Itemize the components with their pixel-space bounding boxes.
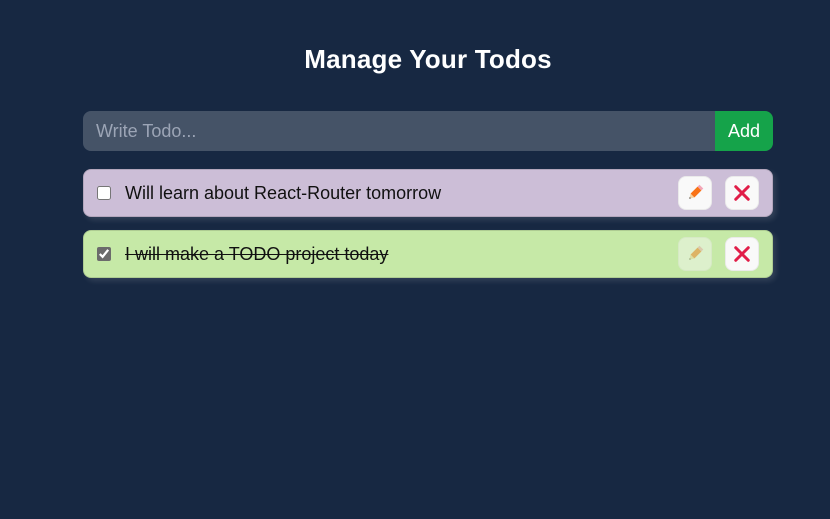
- todo-text: Will learn about React-Router tomorrow: [125, 182, 442, 203]
- delete-button[interactable]: [725, 176, 759, 210]
- delete-button[interactable]: [725, 237, 759, 271]
- close-icon: [733, 245, 751, 263]
- todo-form: Add: [83, 111, 773, 151]
- page-title: Manage Your Todos: [304, 44, 552, 74]
- add-button[interactable]: Add: [715, 111, 773, 151]
- edit-button[interactable]: [678, 237, 712, 271]
- todo-checkbox[interactable]: [97, 186, 111, 200]
- todo-item: I will make a TODO project today: [83, 230, 773, 278]
- pencil-icon: [686, 245, 704, 263]
- todo-item: Will learn about React-Router tomorrow: [83, 169, 773, 217]
- pencil-icon: [686, 184, 704, 202]
- edit-button[interactable]: [678, 176, 712, 210]
- todo-text: I will make a TODO project today: [125, 243, 389, 264]
- todo-app: Manage Your Todos Add Will learn about R…: [0, 0, 830, 519]
- todo-checkbox[interactable]: [97, 247, 111, 261]
- todo-input[interactable]: [83, 111, 715, 151]
- close-icon: [733, 184, 751, 202]
- todo-list: Will learn about React-Router tomorrow I…: [83, 169, 773, 291]
